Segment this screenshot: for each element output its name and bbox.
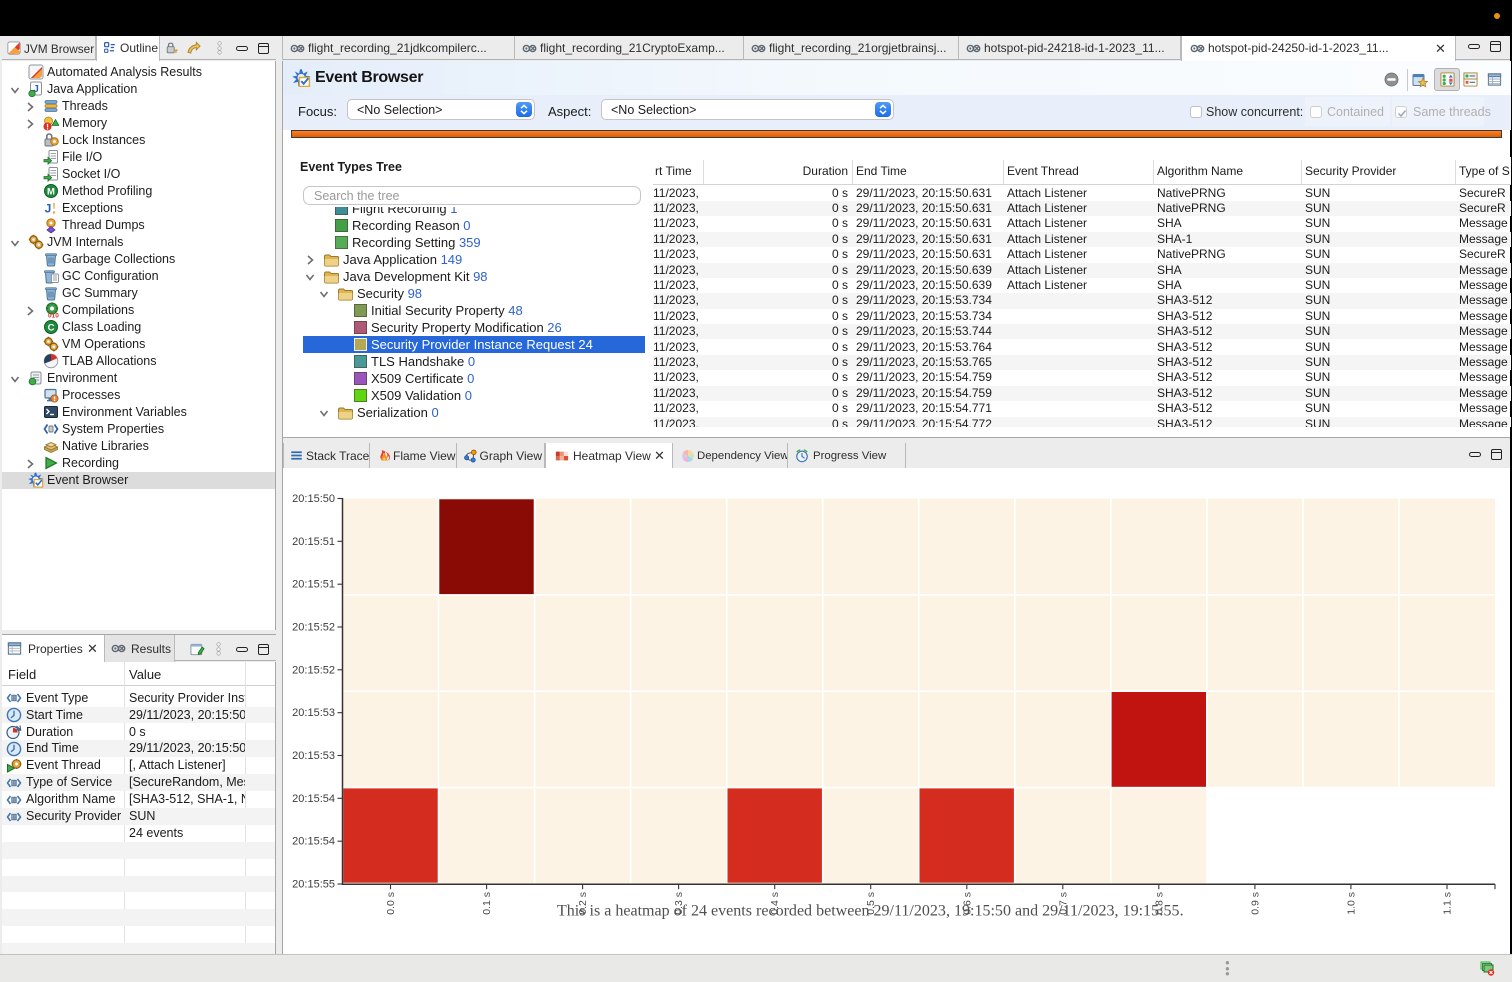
- svg-text:20:15:53: 20:15:53: [292, 707, 335, 719]
- svg-text:20:15:50: 20:15:50: [292, 493, 335, 505]
- svg-text:20:15:54: 20:15:54: [292, 793, 335, 805]
- svg-text:20:15:53: 20:15:53: [292, 750, 335, 762]
- svg-text:20:15:55: 20:15:55: [292, 879, 335, 891]
- svg-text:1.0 s: 1.0 s: [1345, 892, 1357, 915]
- svg-text:0.0 s: 0.0 s: [385, 892, 397, 915]
- svg-text:0.9 s: 0.9 s: [1249, 892, 1261, 915]
- svg-text:20:15:52: 20:15:52: [292, 664, 335, 676]
- svg-text:20:15:51: 20:15:51: [292, 579, 335, 591]
- svg-text:20:15:52: 20:15:52: [292, 622, 335, 634]
- svg-text:1.1 s: 1.1 s: [1442, 892, 1454, 915]
- svg-text:This is a heatmap of 24 events: This is a heatmap of 24 events recorded …: [557, 903, 1184, 920]
- svg-text:20:15:54: 20:15:54: [292, 836, 335, 848]
- svg-text:20:15:51: 20:15:51: [292, 536, 335, 548]
- svg-text:0.1 s: 0.1 s: [481, 892, 493, 915]
